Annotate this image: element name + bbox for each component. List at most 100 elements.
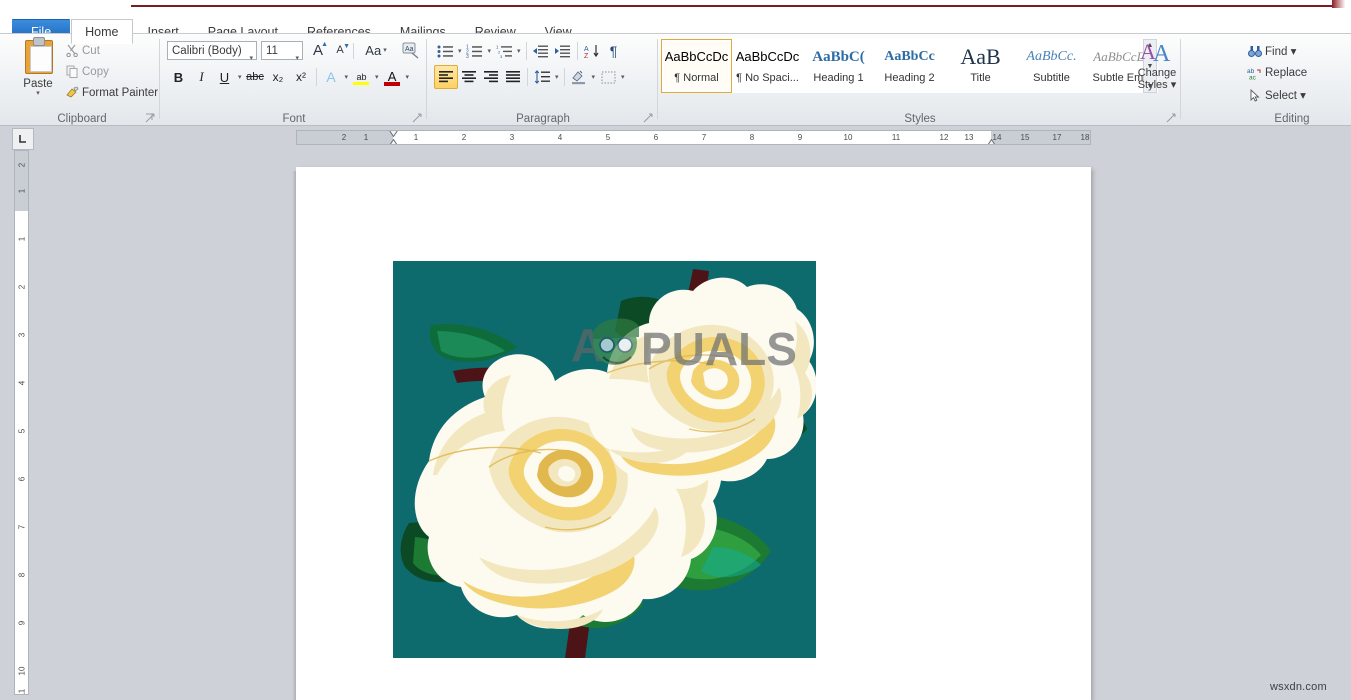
line-spacing-button[interactable] <box>531 66 553 88</box>
svg-text:3: 3 <box>500 54 503 59</box>
paragraph-row-1: ▾ 1 2 3 ▾ 1 2 3 ▾ A Z ¶ <box>434 40 625 62</box>
copy-label: Copy <box>82 65 109 78</box>
font-size-input[interactable]: 11 ▾ <box>261 41 303 62</box>
style-item-normal[interactable]: AaBbCcDc ¶ Normal <box>661 39 732 93</box>
styles-group-label: Styles <box>904 113 936 125</box>
highlight-color-button[interactable]: ab <box>350 66 373 88</box>
paragraph-group-label: Paragraph <box>516 113 570 125</box>
replace-label: Replace <box>1265 67 1308 79</box>
paragraph-row-2: ▾ ▾ ▾ <box>434 65 627 89</box>
paste-icon <box>21 37 55 76</box>
styles-dialog-launcher-icon[interactable] <box>1166 113 1177 124</box>
sort-button[interactable]: A Z <box>581 40 603 62</box>
paste-button[interactable]: Paste ▾ <box>14 37 62 97</box>
text-effects-label: A <box>326 69 336 85</box>
style-item-no-spacing[interactable]: AaBbCcDc ¶ No Spaci... <box>732 39 803 93</box>
shading-dropdown-icon[interactable]: ▾ <box>590 73 598 81</box>
underline-button[interactable]: U <box>213 66 236 88</box>
first-line-indent-marker[interactable] <box>389 130 398 137</box>
increase-indent-button[interactable] <box>552 40 574 62</box>
numbering-dropdown-icon[interactable]: ▾ <box>486 47 494 55</box>
hanging-indent-marker[interactable] <box>389 139 398 145</box>
style-item-heading-1[interactable]: AaBbC( Heading 1 <box>803 39 874 93</box>
clipboard-group-label: Clipboard <box>57 113 107 125</box>
shrink-font-button[interactable]: A ▼ <box>329 39 351 61</box>
clipboard-commands: Cut Copy Format Painter <box>62 40 158 103</box>
title-accent-line <box>131 5 1340 7</box>
clipboard-dialog-launcher-icon[interactable] <box>145 113 156 124</box>
style-item-heading-2[interactable]: AaBbCc Heading 2 <box>874 39 945 93</box>
underline-dropdown-icon[interactable]: ▾ <box>236 73 244 81</box>
svg-text:Z: Z <box>584 53 589 59</box>
source-watermark: wsxdn.com <box>1270 681 1327 693</box>
borders-dropdown-icon[interactable]: ▾ <box>619 73 627 81</box>
pilcrow-icon: ¶ <box>609 43 618 59</box>
align-right-button[interactable] <box>480 66 502 88</box>
highlight-dropdown-icon[interactable]: ▾ <box>373 73 381 81</box>
style-name: Heading 1 <box>813 72 864 84</box>
multilevel-list-button[interactable]: 1 2 3 <box>493 40 515 62</box>
paste-dropdown-arrow[interactable]: ▾ <box>14 90 62 97</box>
font-dialog-launcher-icon[interactable] <box>412 113 423 124</box>
grow-font-button[interactable]: A ▲ <box>307 39 329 61</box>
copy-button[interactable]: Copy <box>62 61 158 82</box>
svg-text:ac: ac <box>1249 74 1257 80</box>
vertical-ruler[interactable]: 21 123 456 789 10 11 <box>14 150 29 695</box>
document-image[interactable]: A PUALS <box>393 261 816 658</box>
vruler-top-margin <box>15 151 28 211</box>
clear-formatting-icon: Aa <box>402 42 418 59</box>
align-left-button[interactable] <box>434 65 458 89</box>
line-spacing-dropdown-icon[interactable]: ▾ <box>553 73 561 81</box>
select-button[interactable]: Select ▾ <box>1244 84 1307 106</box>
paste-label: Paste <box>23 78 53 90</box>
tab-stop-selector[interactable] <box>12 128 34 150</box>
tab-home[interactable]: Home <box>71 19 133 44</box>
style-name: Title <box>970 72 991 84</box>
borders-button[interactable] <box>597 66 619 88</box>
font-color-button[interactable]: A <box>381 66 404 88</box>
text-effects-button[interactable]: A <box>320 66 343 88</box>
horizontal-ruler[interactable]: 21 123 456 789 10 11 12 13 14 15 17 18 <box>296 130 1091 145</box>
style-item-title[interactable]: AaB Title <box>945 39 1016 93</box>
decrease-indent-button[interactable] <box>530 40 552 62</box>
clear-formatting-button[interactable]: Aa <box>399 39 421 61</box>
format-painter-button[interactable]: Format Painter <box>62 82 158 103</box>
roses-clipart: A PUALS <box>393 261 816 658</box>
change-styles-button[interactable]: A A Change Styles ▾ <box>1129 38 1185 91</box>
change-case-button[interactable]: Aa ▾ <box>361 39 393 61</box>
align-center-button[interactable] <box>458 66 480 88</box>
style-sample: AaBbCcDc <box>664 49 729 64</box>
justify-button[interactable] <box>502 66 524 88</box>
svg-text:PUALS: PUALS <box>641 323 797 375</box>
font-color-dropdown-icon[interactable]: ▾ <box>404 73 412 81</box>
bold-button[interactable]: B <box>167 66 190 88</box>
italic-button[interactable]: I <box>190 66 213 88</box>
word-application-window: File Home Insert Page Layout References … <box>0 0 1351 700</box>
right-indent-marker[interactable] <box>987 139 996 145</box>
bold-label: B <box>173 69 184 85</box>
replace-button[interactable]: ab ac Replace <box>1244 62 1307 84</box>
window-right-edge <box>1332 0 1351 8</box>
text-effects-dropdown-icon[interactable]: ▾ <box>343 73 351 81</box>
show-formatting-marks-button[interactable]: ¶ <box>603 40 625 62</box>
strikethrough-button[interactable]: abc <box>244 66 267 88</box>
style-name: Heading 2 <box>884 72 935 84</box>
numbering-button[interactable]: 1 2 3 <box>464 40 486 62</box>
multilevel-dropdown-icon[interactable]: ▾ <box>515 47 523 55</box>
ruler-tick-labels: 21 123 456 789 10 11 12 13 14 15 17 18 <box>341 133 1090 142</box>
shading-button[interactable] <box>568 66 590 88</box>
superscript-button[interactable]: x² <box>290 66 313 88</box>
style-sample: AaBbC( <box>812 49 865 65</box>
bullets-button[interactable] <box>434 40 456 62</box>
style-name: Subtitle <box>1033 72 1070 84</box>
find-button[interactable]: Find ▾ <box>1244 40 1307 62</box>
format-painter-icon <box>62 85 82 101</box>
font-name-input[interactable]: Calibri (Body) ▾ <box>167 41 257 62</box>
style-name: ¶ No Spaci... <box>736 72 799 84</box>
style-item-subtitle[interactable]: AaBbCc. Subtitle <box>1016 39 1087 93</box>
select-cursor-icon <box>1244 88 1265 102</box>
ribbon-group-paragraph: ▾ 1 2 3 ▾ 1 2 3 ▾ A Z ¶ ▾ ▾ ▾ Paragraph <box>428 34 658 126</box>
paragraph-dialog-launcher-icon[interactable] <box>643 113 654 124</box>
subscript-button[interactable]: x₂ <box>267 66 290 88</box>
bullets-dropdown-icon[interactable]: ▾ <box>456 47 464 55</box>
